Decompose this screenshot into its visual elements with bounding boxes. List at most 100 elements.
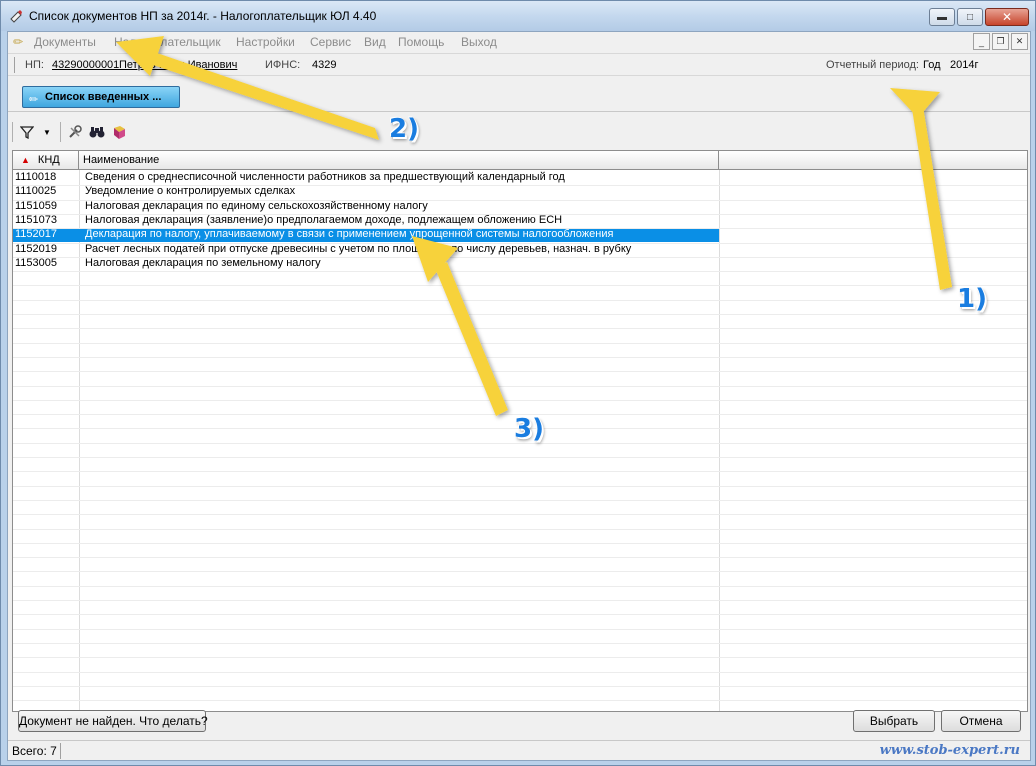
grid-line	[13, 328, 1027, 330]
toolbar-separator	[12, 122, 13, 142]
grid-line	[13, 542, 1027, 544]
binoculars-icon[interactable]	[88, 123, 106, 141]
menu-documents[interactable]: Документы	[34, 35, 96, 49]
grid-line	[13, 371, 1027, 373]
table-row[interactable]: 1151059 Налоговая декларация по единому с…	[13, 200, 719, 214]
grid-line	[13, 256, 1027, 258]
grid-line	[13, 628, 1027, 630]
grid-line	[13, 228, 1027, 230]
menu-service[interactable]: Сервис	[310, 35, 351, 49]
not-found-help-button[interactable]: Документ не найден. Что делать?	[18, 710, 208, 732]
grid-line	[13, 485, 1027, 487]
table-row[interactable]: 1152017 Декларация по налогу, уплачиваемо…	[13, 228, 719, 243]
np-label: НП:	[25, 59, 44, 71]
grid-line	[13, 514, 1027, 516]
status-bar: Всего: 7 www.stob-expert.ru	[8, 740, 1030, 760]
np-number-link[interactable]: 43290000001	[52, 59, 119, 71]
title-bar[interactable]: Список документов НП за 2014г. - Налогоп…	[1, 1, 1035, 31]
cell-knd: 1153005	[15, 256, 58, 269]
menu-bar: ✏ Документы Налогоплательщик Настройки С…	[8, 32, 1030, 53]
grid-line	[13, 285, 1027, 287]
column-name-label: Наименование	[83, 154, 160, 166]
column-header-knd[interactable]: ▲ КНД	[13, 151, 79, 169]
grid-line	[13, 399, 1027, 401]
grid-line	[13, 600, 1027, 601]
grid-line	[13, 700, 1027, 702]
ifns-label: ИФНС:	[265, 59, 301, 71]
tab-row: ✏ Список введенных ...	[8, 78, 1030, 112]
window-title: Список документов НП за 2014г. - Налогоп…	[29, 9, 377, 23]
grid-line	[13, 571, 1027, 573]
status-separator	[60, 743, 61, 759]
cell-knd: 1110025	[15, 185, 57, 198]
dropdown-arrow-icon[interactable]: ▼	[38, 123, 56, 141]
toolbar: ▼	[8, 118, 1030, 146]
tools-icon[interactable]	[66, 123, 84, 141]
annotation-label-3: 3)	[514, 414, 544, 444]
grid-line	[13, 314, 1027, 315]
grid-header: ▲ КНД Наименование	[13, 151, 1027, 170]
grid-line	[13, 356, 1027, 358]
period-value: 2014г	[950, 59, 979, 71]
minimize-icon[interactable]: ▬	[929, 8, 955, 26]
cell-name: Уведомление о контролируемых сделках	[85, 185, 296, 198]
table-row[interactable]: 1110018 Сведения о среднесписочной числен…	[13, 171, 719, 185]
menu-help[interactable]: Помощь	[398, 35, 444, 49]
grid-line	[13, 457, 1027, 458]
cell-name: Налоговая декларация (заявление)о предпо…	[85, 213, 563, 226]
cell-name: Декларация по налогу, уплачиваемому в св…	[85, 228, 614, 241]
pencil-icon: ✏	[29, 94, 39, 106]
info-separator	[14, 57, 15, 73]
grid-line	[13, 471, 1027, 473]
mdi-minimize-icon[interactable]: _	[973, 33, 990, 50]
column-divider	[719, 170, 720, 711]
cell-name: Сведения о среднесписочной численности р…	[85, 171, 565, 183]
mdi-close-icon[interactable]: ✕	[1011, 33, 1028, 50]
menu-exit[interactable]: Выход	[461, 35, 497, 49]
column-header-name[interactable]: Наименование	[79, 151, 719, 169]
cell-knd: 1110018	[15, 171, 57, 183]
mdi-restore-icon[interactable]: ❐	[992, 33, 1009, 50]
grid-line	[13, 657, 1027, 659]
menu-view[interactable]: Вид	[364, 35, 386, 49]
table-row[interactable]: 1151073 Налоговая декларация (заявление)о…	[13, 214, 719, 228]
total-count: Всего: 7	[12, 744, 57, 758]
client-area: ✏ Документы Налогоплательщик Настройки С…	[7, 31, 1031, 761]
menu-taxpayer[interactable]: Налогоплательщик	[114, 35, 221, 49]
grid-line	[13, 499, 1027, 501]
period-type: Год	[923, 59, 941, 71]
menu-settings[interactable]: Настройки	[236, 35, 295, 49]
grid-line	[13, 585, 1027, 587]
cell-name: Налоговая декларация по единому сельскох…	[85, 199, 428, 212]
table-row[interactable]: 1110025 Уведомление о контролируемых сдел…	[13, 185, 719, 199]
period-label: Отчетный период:	[826, 59, 919, 71]
grid-line	[13, 199, 1027, 201]
close-icon[interactable]: ✕	[985, 8, 1029, 26]
taxpayer-info-bar: НП: 43290000001 Петров Иван Иванович ИФН…	[8, 53, 1030, 76]
grid-line	[13, 385, 1027, 387]
grid-line	[13, 528, 1027, 530]
application-window: Список документов НП за 2014г. - Налогоп…	[0, 0, 1036, 766]
cancel-button[interactable]: Отмена	[941, 710, 1021, 732]
grid-line	[13, 342, 1027, 344]
np-name-link[interactable]: Петров Иван Иванович	[119, 59, 237, 71]
book-icon[interactable]	[110, 123, 128, 141]
ifns-value: 4329	[312, 59, 337, 71]
tab-entered-list[interactable]: ✏ Список введенных ...	[22, 86, 180, 108]
menu-document-icon: ✏	[13, 35, 24, 49]
table-row[interactable]: 1153005 Налоговая декларация по земельном…	[13, 257, 719, 271]
grid-line	[13, 557, 1027, 559]
annotation-label-1: 1)	[957, 284, 987, 314]
cell-knd: 1151073	[15, 213, 58, 226]
grid-line	[13, 299, 1027, 301]
table-row[interactable]: 1152019 Расчет лесных податей при отпуске…	[13, 243, 719, 257]
column-header-empty	[719, 151, 1027, 169]
toolbar-separator	[60, 122, 61, 142]
grid-line	[13, 685, 1027, 687]
filter-icon[interactable]	[18, 123, 36, 141]
grid-line	[13, 671, 1027, 673]
grid-line	[13, 271, 1027, 273]
maximize-icon[interactable]: □	[957, 8, 983, 26]
tab-entered-list-label: Список введенных ...	[45, 91, 162, 103]
select-button[interactable]: Выбрать	[853, 710, 935, 732]
